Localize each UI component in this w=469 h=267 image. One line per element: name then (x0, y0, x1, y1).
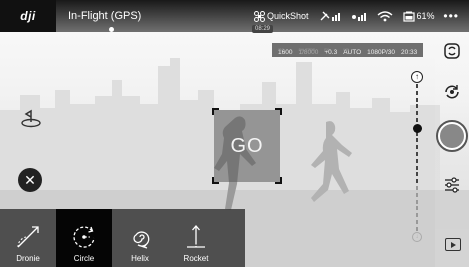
gimbal-tick (416, 192, 418, 197)
gimbal-top-marker[interactable]: ↑ (411, 71, 423, 83)
iso-param: ISO 1600 (278, 48, 293, 56)
recording-time: 08:29 (252, 25, 274, 33)
wb-param: WB AUTO (343, 48, 362, 56)
gimbal-tick (416, 84, 418, 88)
gimbal-tick (416, 145, 418, 150)
return-home-button[interactable] (20, 108, 42, 133)
go-button[interactable]: GO (212, 108, 282, 184)
go-label: GO (230, 134, 264, 157)
target-corner (212, 177, 219, 184)
shutter-inner (440, 124, 464, 148)
settings-sliders-icon (445, 177, 459, 193)
gimbal-tick (416, 152, 418, 156)
camera-settings-button[interactable] (443, 176, 461, 199)
close-button[interactable]: ✕ (18, 168, 42, 192)
wifi-signal[interactable] (377, 10, 393, 22)
remote-signal[interactable] (351, 11, 367, 22)
camera-mode-button[interactable] (443, 83, 461, 106)
camera-mode-icon (445, 85, 459, 99)
battery-icon (402, 11, 415, 22)
shutter-button[interactable] (436, 120, 468, 152)
mode-circle[interactable]: Circle (56, 209, 112, 267)
satellite-signal[interactable] (319, 10, 341, 22)
gimbal-tick (416, 172, 418, 177)
gimbal-tick (416, 199, 418, 204)
mode-label: Circle (73, 254, 95, 263)
playback-button[interactable] (445, 238, 461, 251)
dronie-icon (17, 226, 39, 248)
gimbal-pitch-slider[interactable] (416, 84, 418, 234)
gimbal-tick (416, 206, 418, 211)
circle-icon (73, 226, 95, 248)
battery-status[interactable]: 61% (402, 11, 435, 22)
timeline-marker (109, 27, 114, 32)
mode-rocket[interactable]: Rocket (168, 209, 224, 267)
resolution-param: 1080P/30 (367, 49, 395, 56)
gimbal-tick (416, 104, 418, 109)
more-dots-icon: ••• (443, 9, 459, 23)
more-options-button[interactable]: ••• (443, 9, 459, 23)
ev-param: EV +0.3 (324, 48, 338, 56)
gimbal-tick (416, 165, 418, 170)
gimbal-tick (416, 213, 418, 218)
mode-dronie[interactable]: Dronie (0, 209, 56, 267)
remote-signal-icon (351, 12, 366, 21)
gimbal-tick (416, 179, 418, 184)
photo-video-switch-icon (444, 43, 460, 59)
gimbal-tick (416, 186, 418, 190)
top-status-bar: dji In-Flight (GPS) QuickShot 61% ••• (0, 0, 469, 32)
gimbal-tick (416, 118, 418, 122)
target-corner (212, 108, 219, 115)
target-corner (275, 177, 282, 184)
camera-switch-button[interactable] (443, 42, 461, 65)
target-corner (275, 108, 282, 115)
gimbal-tick (416, 158, 418, 163)
helix-icon (133, 231, 150, 249)
gimbal-tick (416, 111, 418, 116)
gimbal-tick (416, 138, 418, 143)
gimbal-tick (416, 90, 418, 95)
gimbal-tick (416, 97, 418, 102)
close-icon: ✕ (24, 171, 36, 188)
gimbal-tick (416, 226, 418, 231)
mode-helix[interactable]: Helix (112, 209, 168, 267)
quickshot-label: QuickShot (267, 11, 309, 21)
wifi-icon (377, 10, 392, 21)
return-home-icon (21, 109, 41, 128)
quickshot-status[interactable]: QuickShot (254, 10, 309, 22)
play-icon (450, 241, 456, 248)
gimbal-tick (416, 220, 418, 224)
gimbal-pitch-handle[interactable] (413, 123, 422, 133)
drone-icon (254, 10, 265, 22)
battery-percent: 61% (416, 11, 435, 21)
flight-status[interactable]: In-Flight (GPS) (56, 0, 246, 32)
quickshot-mode-bar: Dronie Circle Helix Rocket (0, 209, 245, 267)
gimbal-bottom-marker: ↓ (412, 232, 422, 242)
dji-logo[interactable]: dji (0, 0, 56, 32)
mode-label: Helix (131, 254, 149, 263)
satellite-icon (320, 11, 340, 21)
status-indicators: QuickShot 61% (254, 10, 435, 22)
mode-label: Rocket (183, 254, 209, 263)
camera-params-bar[interactable]: ISO 1600 SHUTTER 1/8000 EV +0.3 WB AUTO … (272, 43, 424, 57)
rocket-icon (187, 225, 205, 248)
shutter-param: SHUTTER 1/8000 (298, 48, 319, 56)
remaining-time-param: 20:33 (401, 49, 418, 56)
mode-label: Dronie (16, 254, 40, 263)
